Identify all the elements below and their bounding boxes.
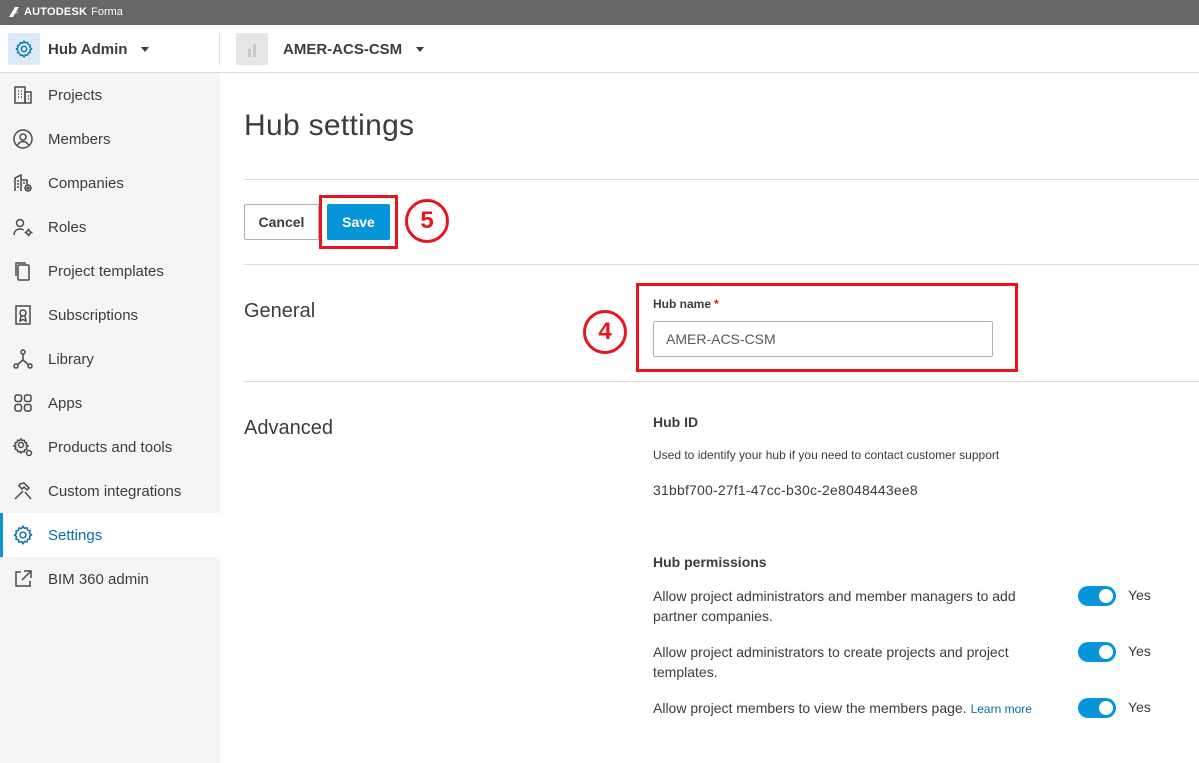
sidebar-item-apps[interactable]: Apps [0, 381, 220, 425]
autodesk-logo-icon [9, 7, 19, 17]
toggle-state-label: Yes [1128, 587, 1151, 603]
sidebar-item-label: Settings [48, 527, 103, 544]
sidebar-item-project-templates[interactable]: Project templates [0, 249, 220, 293]
user-circle-icon [13, 129, 33, 149]
gear-icon [8, 33, 40, 65]
permission-toggle[interactable] [1078, 642, 1116, 662]
sidebar-item-label: Library [48, 351, 94, 368]
hub-id-heading: Hub ID [653, 414, 699, 430]
sidebar-item-label: Projects [48, 87, 103, 104]
sidebar-item-label: BIM 360 admin [48, 571, 149, 588]
permission-toggle[interactable] [1078, 698, 1116, 718]
main-content: Hub settings Cancel Save 5 General Hub n… [220, 73, 1199, 763]
sidebar-item-label: Products and tools [48, 439, 173, 456]
external-link-icon [15, 570, 32, 587]
chevron-down-icon [416, 46, 425, 52]
divider [244, 179, 1199, 180]
sidebar-item-bim-360-admin[interactable]: BIM 360 admin [0, 557, 220, 601]
divider [244, 264, 1199, 265]
module-label: Hub Admin [48, 40, 128, 58]
sidebar-item-label: Roles [48, 219, 87, 236]
learn-more-link[interactable]: Learn more [971, 702, 1032, 716]
save-highlight-box [319, 195, 398, 249]
apps-grid-icon [14, 394, 32, 412]
toggle-state-label: Yes [1128, 643, 1151, 659]
gear-icon [13, 525, 33, 546]
sidebar-item-label: Project templates [48, 263, 164, 280]
sidebar-item-custom-integrations[interactable]: Custom integrations [0, 469, 220, 513]
callout-number-5: 5 [405, 199, 449, 243]
sidebar-item-companies[interactable]: Companies [0, 161, 220, 205]
hub-id-value: 31bbf700-27f1-47cc-b30c-2e8048443ee8 [653, 482, 918, 498]
permission-row-text: Allow project members to view the member… [653, 698, 1058, 719]
hub-id-description: Used to identify your hub if you need to… [653, 448, 1000, 462]
section-title-advanced: Advanced [244, 417, 333, 439]
permission-text: Allow project administrators and member … [653, 588, 1016, 624]
toggle-state-label: Yes [1128, 699, 1151, 715]
hub-name-highlight-box [636, 283, 1018, 372]
brand-company: AUTODESK [24, 6, 88, 18]
sidebar-item-label: Apps [48, 395, 83, 412]
permission-text: Allow project administrators to create p… [653, 644, 1009, 680]
sidebar-item-label: Subscriptions [48, 307, 139, 324]
sidebar-item-projects[interactable]: Projects [0, 73, 220, 117]
header-divider [219, 33, 220, 65]
divider [244, 381, 1199, 382]
cancel-button[interactable]: Cancel [244, 204, 319, 240]
templates-icon [15, 262, 30, 281]
page-title: Hub settings [244, 109, 415, 142]
sidebar-item-settings[interactable]: Settings [0, 513, 220, 557]
callout-number-4: 4 [583, 310, 627, 354]
sidebar-item-label: Custom integrations [48, 483, 182, 500]
user-gear-icon [13, 218, 33, 237]
hub-avatar-icon [236, 33, 268, 65]
brand-product: Forma [91, 6, 123, 18]
hub-switcher[interactable]: AMER-ACS-CSM [236, 33, 425, 65]
hammer-icon [14, 482, 32, 500]
building-icon [14, 86, 32, 104]
sidebar-item-products-and-tools[interactable]: Products and tools [0, 425, 220, 469]
sidebar-item-roles[interactable]: Roles [0, 205, 220, 249]
sidebar-item-label: Companies [48, 175, 124, 192]
chevron-down-icon [141, 46, 150, 52]
section-title-general: General [244, 300, 316, 322]
sidebar-item-subscriptions[interactable]: Subscriptions [0, 293, 220, 337]
hub-label: AMER-ACS-CSM [283, 40, 403, 58]
products-gear-icon [12, 437, 33, 457]
company-icon [14, 173, 32, 192]
sidebar-item-label: Members [48, 131, 111, 148]
library-icon [13, 349, 33, 369]
sidebar: Projects Members Companies Roles Project… [0, 73, 220, 763]
subscription-icon [15, 305, 31, 325]
brand: AUTODESK Forma [8, 6, 123, 18]
brand-bar: AUTODESK Forma [0, 0, 1199, 25]
hub-permissions-heading: Hub permissions [653, 554, 767, 570]
permission-toggle[interactable] [1078, 586, 1116, 606]
module-switcher[interactable]: Hub Admin [8, 33, 150, 65]
sidebar-item-library[interactable]: Library [0, 337, 220, 381]
top-header: Hub Admin AMER-ACS-CSM [0, 25, 1199, 73]
sidebar-item-members[interactable]: Members [0, 117, 220, 161]
permission-text: Allow project members to view the member… [653, 700, 967, 716]
